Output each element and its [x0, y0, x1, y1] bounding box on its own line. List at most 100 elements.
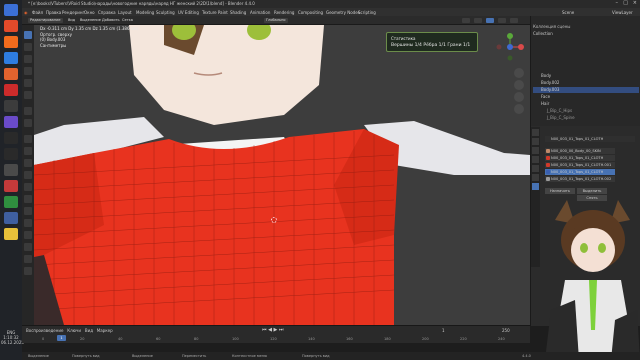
solid-shading-icon[interactable]	[486, 18, 494, 23]
app-icon-star[interactable]	[4, 100, 18, 112]
outliner-item-face[interactable]: Face	[533, 94, 639, 100]
close-icon[interactable]: ×	[633, 0, 637, 6]
rotate-tool-icon[interactable]	[24, 67, 32, 75]
tab-layout[interactable]: Layout	[118, 10, 132, 15]
keying-menu[interactable]: Ключи	[67, 328, 81, 333]
timeline-view-menu[interactable]: Вид	[85, 328, 93, 333]
menu-file[interactable]: Файл	[32, 10, 43, 15]
annotate-tool-icon[interactable]	[24, 107, 32, 115]
obs-icon[interactable]	[4, 132, 18, 144]
material-slot-selected[interactable]: N00_003_01_Tops_01_CLOTH	[545, 169, 615, 175]
extrude-tool-icon[interactable]	[24, 135, 32, 143]
output-tab-icon[interactable]	[532, 147, 539, 154]
end-frame-field[interactable]: 250	[502, 328, 510, 333]
knife-tool-icon[interactable]	[24, 183, 32, 191]
windows-start-icon[interactable]	[4, 4, 18, 16]
measure-tool-icon[interactable]	[24, 119, 32, 127]
tab-scripting[interactable]: Scripting	[358, 10, 376, 15]
start-frame-field[interactable]: 1	[442, 328, 445, 333]
object-tab-icon[interactable]	[532, 165, 539, 172]
material-slot[interactable]: N00_003_01_Tops_01_CLOTH	[545, 155, 615, 161]
outliner-item-bone[interactable]: J_Bip_C_Spine	[533, 115, 639, 121]
overlay-icon[interactable]	[462, 18, 470, 23]
pan-hand-icon[interactable]	[514, 80, 524, 90]
material-slot[interactable]: N00_003_01_Tops_01_CLOTH.002	[545, 176, 615, 182]
yandex-icon[interactable]	[4, 36, 18, 48]
view-layer-selector[interactable]: ViewLayer	[612, 10, 633, 15]
view-menu[interactable]: Вид	[66, 18, 77, 23]
select-box-tool-icon[interactable]	[24, 31, 32, 39]
browser-icon[interactable]	[4, 20, 18, 32]
tab-shading[interactable]: Shading	[230, 10, 246, 15]
tab-sculpting[interactable]: Sculpting	[156, 10, 175, 15]
scale-tool-icon[interactable]	[24, 79, 32, 87]
folder-icon[interactable]	[4, 164, 18, 176]
tab-rendering[interactable]: Rendering	[274, 10, 294, 15]
app-icon-red[interactable]	[4, 180, 18, 192]
material-shading-icon[interactable]	[498, 18, 506, 23]
smooth-tool-icon[interactable]	[24, 219, 32, 227]
3d-viewport[interactable]	[34, 25, 530, 325]
edge-slide-tool-icon[interactable]	[24, 231, 32, 239]
app-icon-blue[interactable]	[4, 212, 18, 224]
marker-menu[interactable]: Маркер	[97, 328, 113, 333]
rip-tool-icon[interactable]	[24, 267, 32, 275]
perspective-toggle-icon[interactable]	[514, 104, 524, 114]
blender-icon[interactable]	[4, 68, 18, 80]
outliner-item-bone[interactable]: J_Bip_C_Hips	[533, 108, 639, 114]
shrink-tool-icon[interactable]	[24, 243, 32, 251]
play-controls-icon[interactable]: ⏮ ◀ ▶ ⏭	[262, 327, 283, 333]
menu-window[interactable]: Окно	[84, 10, 95, 15]
maximize-icon[interactable]: □	[623, 0, 628, 6]
cursor-tool-icon[interactable]	[24, 43, 32, 51]
select-button[interactable]: Выделить	[577, 188, 607, 194]
mesh-menu[interactable]: Сетка	[120, 18, 135, 23]
app-icon-yellow[interactable]	[4, 228, 18, 240]
inset-tool-icon[interactable]	[24, 147, 32, 155]
menu-render[interactable]: Рендеринг	[62, 10, 85, 15]
telegram-icon[interactable]	[4, 52, 18, 64]
minimize-icon[interactable]: –	[616, 0, 619, 6]
zoom-icon[interactable]	[514, 68, 524, 78]
discord-icon[interactable]	[4, 116, 18, 128]
tab-compositing[interactable]: Compositing	[298, 10, 323, 15]
outliner-item-body-002[interactable]: Body.002	[533, 80, 639, 86]
steam-icon[interactable]	[4, 148, 18, 160]
tab-texture-paint[interactable]: Texture Paint	[202, 10, 228, 15]
transform-tool-icon[interactable]	[24, 91, 32, 99]
assign-button[interactable]: Назначить	[545, 188, 575, 194]
menu-edit[interactable]: Правка	[46, 10, 61, 15]
loop-cut-tool-icon[interactable]	[24, 171, 32, 179]
material-tab-icon[interactable]	[532, 183, 539, 190]
tab-uv-editing[interactable]: UV Editing	[178, 10, 199, 15]
app-icon-64[interactable]	[4, 84, 18, 96]
blender-logo-icon[interactable]: ◉	[24, 10, 28, 15]
scene-selector[interactable]: Scene	[562, 10, 574, 15]
move-tool-icon[interactable]	[24, 55, 32, 63]
tab-geometry-nodes[interactable]: Geometry Nodes	[326, 10, 360, 15]
menu-help[interactable]: Справка	[98, 10, 116, 15]
shear-tool-icon[interactable]	[24, 255, 32, 263]
tool-tab-icon[interactable]	[532, 129, 539, 136]
spin-tool-icon[interactable]	[24, 207, 32, 215]
outliner-item-body-003[interactable]: Body.003	[533, 87, 639, 93]
app-icon-green[interactable]	[4, 196, 18, 208]
render-tab-icon[interactable]	[532, 138, 539, 145]
system-clock[interactable]: ENG 1:10:32 06.12.2025	[1, 330, 24, 345]
outliner-item-collection[interactable]: Collection	[533, 31, 639, 37]
outliner-item-body[interactable]: Body	[533, 73, 639, 79]
viewport-canvas[interactable]	[34, 25, 530, 325]
xray-icon[interactable]	[474, 18, 482, 23]
scene-tab-icon[interactable]	[532, 156, 539, 163]
playback-menu[interactable]: Воспроизведение	[26, 328, 63, 333]
camera-view-icon[interactable]	[514, 92, 524, 102]
material-slot[interactable]: N00_003_01_Tops_01_CLOTH.001	[545, 162, 615, 168]
playhead[interactable]: 1	[57, 335, 66, 341]
outliner-item-hair[interactable]: Hair	[533, 101, 639, 107]
bevel-tool-icon[interactable]	[24, 159, 32, 167]
modifier-tab-icon[interactable]	[532, 174, 539, 181]
rendered-shading-icon[interactable]	[510, 18, 518, 23]
add-menu[interactable]: Добавить	[100, 18, 122, 23]
tab-animation[interactable]: Animation	[250, 10, 270, 15]
poly-build-tool-icon[interactable]	[24, 195, 32, 203]
